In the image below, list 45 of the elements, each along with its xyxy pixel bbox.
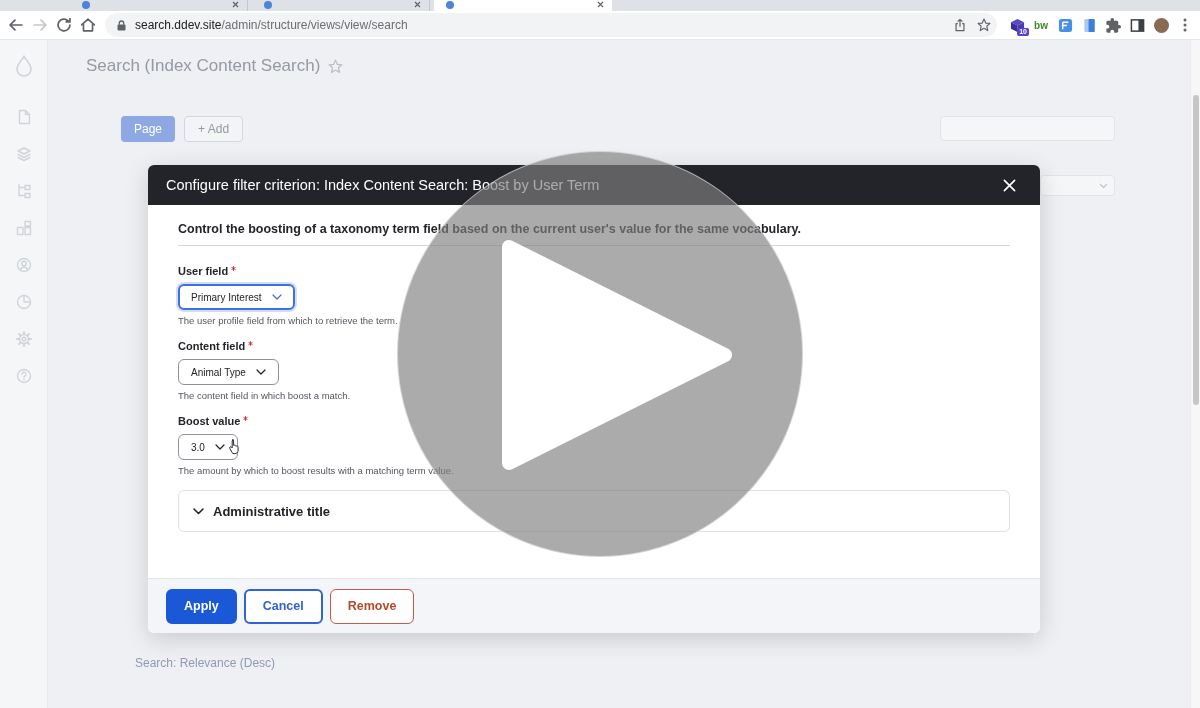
chevron-down-icon xyxy=(271,294,282,300)
menu-icon[interactable] xyxy=(1183,18,1187,32)
app-tile-icon[interactable] xyxy=(1057,17,1073,33)
chevron-down-icon xyxy=(1099,182,1108,189)
field-help-text: The content field in which boost a match. xyxy=(178,390,351,402)
share-icon[interactable] xyxy=(953,18,967,32)
address-bar[interactable]: search.ddev.site/admin/structure/views/view/search xyxy=(105,13,997,37)
home-icon[interactable] xyxy=(81,18,95,32)
select-field[interactable] xyxy=(1040,175,1115,196)
star-icon[interactable] xyxy=(328,58,344,74)
lock-icon xyxy=(117,19,126,31)
select-field[interactable]: Primary Interest xyxy=(178,284,295,310)
back-icon[interactable] xyxy=(9,18,23,32)
field-label: Boost value xyxy=(178,415,241,428)
globe-icon xyxy=(264,1,272,9)
play-icon xyxy=(501,239,733,471)
globe-icon xyxy=(82,1,90,9)
chevron-down-icon xyxy=(255,369,266,375)
chevron-down-icon xyxy=(214,444,225,450)
hand-cursor-icon xyxy=(229,439,241,455)
cube-icon[interactable] xyxy=(1009,17,1025,33)
close-icon[interactable] xyxy=(597,1,604,8)
puzzle-icon[interactable] xyxy=(1105,17,1121,33)
extension-button[interactable]: bw xyxy=(1029,13,1053,37)
sidebar-icon[interactable] xyxy=(1129,17,1145,33)
dialog-title: Configure filter criterion: Index Content Search: Boost by User Term xyxy=(166,177,600,193)
apply-button[interactable]: Apply xyxy=(166,588,237,624)
star-icon[interactable] xyxy=(977,18,991,32)
reload-icon[interactable] xyxy=(57,18,71,32)
avatar-icon[interactable] xyxy=(1153,17,1169,33)
select-field[interactable]: 3.0 xyxy=(178,434,238,460)
url-text: search.ddev.site/admin/structure/views/view/search xyxy=(135,18,408,32)
details-toggle[interactable]: Administrative title xyxy=(178,490,1010,532)
page-title: Search (Index Content Search) xyxy=(86,56,321,76)
field-help-text: The user profile field from which to retrieve the term. xyxy=(178,315,398,327)
scrollbar-thumb[interactable] xyxy=(1192,95,1199,405)
select-field[interactable]: Animal Type xyxy=(178,359,279,385)
book-icon[interactable] xyxy=(1081,17,1097,33)
field-label: Content field xyxy=(178,340,246,353)
field-label: User field xyxy=(178,265,229,278)
dialog-description: Control the boosting of a taxonomy term field based on the current user's value for the same vocabulary. xyxy=(178,221,801,237)
globe-icon xyxy=(446,1,454,9)
remove-button[interactable]: Remove xyxy=(329,588,415,624)
cancel-button[interactable]: Cancel xyxy=(243,588,323,624)
browser-tab[interactable] xyxy=(434,0,612,11)
